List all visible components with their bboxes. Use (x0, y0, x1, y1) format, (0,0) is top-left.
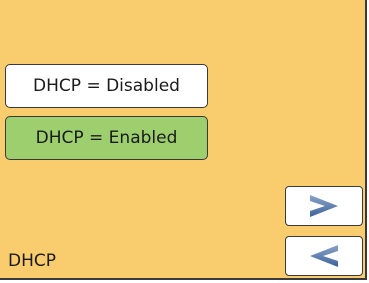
prev-button[interactable] (285, 236, 363, 276)
dhcp-disabled-button[interactable]: DHCP = Disabled (5, 64, 208, 108)
dhcp-settings-screen: DHCP = Disabled DHCP = Enabled DHCP (0, 0, 367, 280)
chevron-left-icon (310, 245, 338, 267)
dhcp-enabled-label: DHCP = Enabled (35, 128, 178, 148)
dhcp-enabled-button[interactable]: DHCP = Enabled (5, 116, 208, 160)
screen-title: DHCP (8, 251, 56, 271)
chevron-right-icon (310, 195, 338, 217)
next-button[interactable] (285, 186, 363, 226)
dhcp-disabled-label: DHCP = Disabled (33, 76, 180, 96)
